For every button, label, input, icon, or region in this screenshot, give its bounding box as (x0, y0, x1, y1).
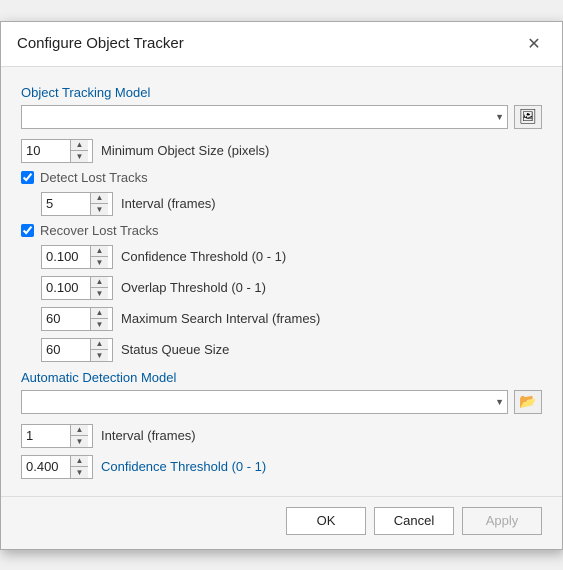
interval-frames-label: Interval (frames) (121, 196, 216, 211)
overlap-threshold-spinbox: 0.100 ▲ ▼ (41, 276, 113, 300)
confidence-threshold-spin-up[interactable]: ▲ (91, 246, 108, 258)
title-bar: Configure Object Tracker ✕ (1, 22, 562, 67)
confidence-threshold-spinbox: 0.100 ▲ ▼ (41, 245, 113, 269)
interval2-frames-spin-up[interactable]: ▲ (71, 425, 88, 437)
max-search-interval-input[interactable]: 60 (42, 308, 90, 330)
min-object-size-label: Minimum Object Size (pixels) (101, 143, 269, 158)
interval2-frames-spinbox: 1 ▲ ▼ (21, 424, 93, 448)
detection-model-row: ▼ 📂 (21, 390, 542, 414)
detection-model-dropdown-wrapper: ▼ (21, 390, 508, 414)
interval-frames-spinbox: 5 ▲ ▼ (41, 192, 113, 216)
min-object-size-row: 10 ▲ ▼ Minimum Object Size (pixels) (21, 139, 542, 163)
tracking-model-row: ▼ 🖼 (21, 105, 542, 129)
max-search-interval-arrows: ▲ ▼ (90, 308, 108, 330)
interval2-frames-row: 1 ▲ ▼ Interval (frames) (21, 424, 542, 448)
min-object-size-spin-down[interactable]: ▼ (71, 151, 88, 162)
min-object-size-arrows: ▲ ▼ (70, 140, 88, 162)
confidence-threshold2-arrows: ▲ ▼ (70, 456, 88, 478)
interval2-frames-label: Interval (frames) (101, 428, 196, 443)
status-queue-spin-down[interactable]: ▼ (91, 350, 108, 361)
interval-frames-spin-up[interactable]: ▲ (91, 193, 108, 205)
overlap-threshold-spin-down[interactable]: ▼ (91, 288, 108, 299)
interval2-frames-arrows: ▲ ▼ (70, 425, 88, 447)
max-search-interval-spin-down[interactable]: ▼ (91, 319, 108, 330)
min-object-size-input[interactable]: 10 (22, 140, 70, 162)
recover-lost-tracks-checkbox[interactable] (21, 224, 34, 237)
detect-lost-tracks-label: Detect Lost Tracks (40, 170, 148, 185)
detection-model-section-label: Automatic Detection Model (21, 370, 542, 385)
interval-frames-input[interactable]: 5 (42, 193, 90, 215)
recover-lost-tracks-row: Recover Lost Tracks (21, 223, 542, 238)
interval-frames-arrows: ▲ ▼ (90, 193, 108, 215)
confidence-threshold-arrows: ▲ ▼ (90, 246, 108, 268)
confidence-threshold2-spin-up[interactable]: ▲ (71, 456, 88, 468)
interval-frames-spin-down[interactable]: ▼ (91, 204, 108, 215)
max-search-interval-spin-up[interactable]: ▲ (91, 308, 108, 320)
max-search-interval-spinbox: 60 ▲ ▼ (41, 307, 113, 331)
min-object-size-spin-up[interactable]: ▲ (71, 140, 88, 152)
confidence-threshold-spin-down[interactable]: ▼ (91, 257, 108, 268)
detect-lost-tracks-checkbox[interactable] (21, 171, 34, 184)
tracking-model-browse-icon: 🖼 (519, 108, 537, 125)
tracking-model-select[interactable] (21, 105, 508, 129)
status-queue-input[interactable]: 60 (42, 339, 90, 361)
overlap-threshold-label: Overlap Threshold (0 - 1) (121, 280, 266, 295)
status-queue-label: Status Queue Size (121, 342, 229, 357)
detection-model-browse-button[interactable]: 📂 (514, 390, 542, 414)
dialog-body: Object Tracking Model ▼ 🖼 10 ▲ ▼ Minimu (1, 67, 562, 496)
overlap-threshold-spin-up[interactable]: ▲ (91, 277, 108, 289)
recover-lost-tracks-label: Recover Lost Tracks (40, 223, 159, 238)
tracking-model-dropdown-wrapper: ▼ (21, 105, 508, 129)
confidence-threshold-input[interactable]: 0.100 (42, 246, 90, 268)
status-queue-spinbox: 60 ▲ ▼ (41, 338, 113, 362)
max-search-interval-row: 60 ▲ ▼ Maximum Search Interval (frames) (21, 307, 542, 331)
detection-model-browse-icon: 📂 (519, 393, 536, 410)
confidence-threshold-label: Confidence Threshold (0 - 1) (121, 249, 286, 264)
confidence-threshold2-input[interactable]: 0.400 (22, 456, 70, 478)
tracking-model-section-label: Object Tracking Model (21, 85, 542, 100)
interval-frames-row: 5 ▲ ▼ Interval (frames) (21, 192, 542, 216)
tracking-model-browse-button[interactable]: 🖼 (514, 105, 542, 129)
ok-button[interactable]: OK (286, 507, 366, 535)
cancel-button[interactable]: Cancel (374, 507, 454, 535)
detect-lost-tracks-row: Detect Lost Tracks (21, 170, 542, 185)
confidence-threshold2-spin-down[interactable]: ▼ (71, 467, 88, 478)
status-queue-spin-up[interactable]: ▲ (91, 339, 108, 351)
dialog-title: Configure Object Tracker (17, 35, 184, 52)
status-queue-arrows: ▲ ▼ (90, 339, 108, 361)
confidence-threshold2-label: Confidence Threshold (0 - 1) (101, 459, 266, 474)
apply-button[interactable]: Apply (462, 507, 542, 535)
max-search-interval-label: Maximum Search Interval (frames) (121, 311, 320, 326)
close-button[interactable]: ✕ (522, 32, 546, 56)
dialog-footer: OK Cancel Apply (1, 496, 562, 549)
confidence-threshold2-spinbox: 0.400 ▲ ▼ (21, 455, 93, 479)
configure-object-tracker-dialog: Configure Object Tracker ✕ Object Tracki… (0, 21, 563, 550)
overlap-threshold-arrows: ▲ ▼ (90, 277, 108, 299)
min-object-size-spinbox: 10 ▲ ▼ (21, 139, 93, 163)
detection-model-select[interactable] (21, 390, 508, 414)
interval2-frames-spin-down[interactable]: ▼ (71, 436, 88, 447)
confidence-threshold2-row: 0.400 ▲ ▼ Confidence Threshold (0 - 1) (21, 455, 542, 479)
status-queue-row: 60 ▲ ▼ Status Queue Size (21, 338, 542, 362)
overlap-threshold-row: 0.100 ▲ ▼ Overlap Threshold (0 - 1) (21, 276, 542, 300)
overlap-threshold-input[interactable]: 0.100 (42, 277, 90, 299)
interval2-frames-input[interactable]: 1 (22, 425, 70, 447)
confidence-threshold-row: 0.100 ▲ ▼ Confidence Threshold (0 - 1) (21, 245, 542, 269)
